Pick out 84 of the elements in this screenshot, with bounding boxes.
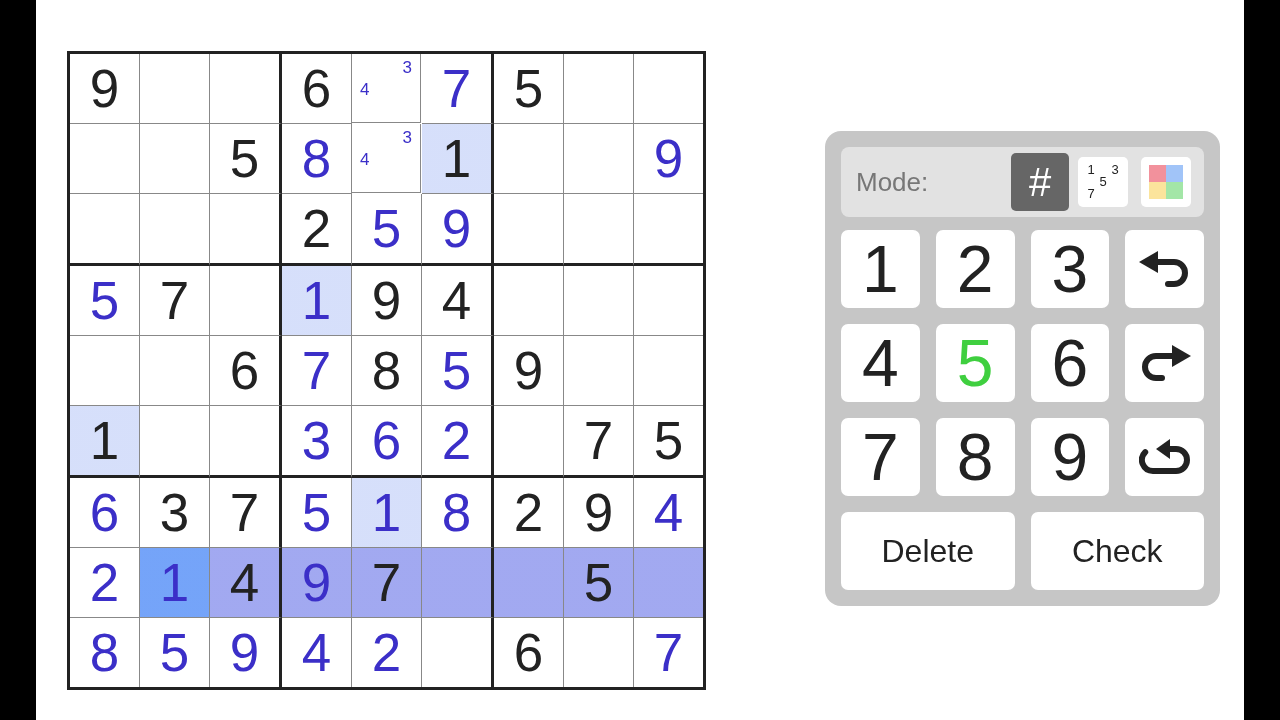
sudoku-cell[interactable]: 6: [282, 54, 352, 124]
sudoku-cell[interactable]: 2: [494, 478, 564, 548]
sudoku-cell[interactable]: 4: [422, 266, 494, 336]
sudoku-cell[interactable]: [564, 266, 634, 336]
sudoku-cell[interactable]: [494, 548, 564, 618]
digit-mode-button[interactable]: #: [1011, 153, 1069, 211]
sudoku-cell[interactable]: 7: [282, 336, 352, 406]
number-key[interactable]: 4: [841, 324, 920, 402]
sudoku-cell[interactable]: [494, 406, 564, 478]
check-button[interactable]: Check: [1030, 512, 1204, 590]
sudoku-cell[interactable]: 1: [70, 406, 140, 478]
sudoku-cell[interactable]: 2: [70, 548, 140, 618]
sudoku-cell[interactable]: [140, 406, 210, 478]
sudoku-cell[interactable]: [494, 124, 564, 194]
sudoku-cell[interactable]: [564, 336, 634, 406]
sudoku-cell[interactable]: 9: [70, 54, 140, 124]
sudoku-cell[interactable]: [140, 194, 210, 266]
sudoku-cell[interactable]: [70, 194, 140, 266]
sudoku-cell[interactable]: [140, 54, 210, 124]
sudoku-cell[interactable]: 9: [282, 548, 352, 618]
sudoku-cell[interactable]: 3 4: [352, 54, 421, 123]
sudoku-cell[interactable]: 8: [352, 336, 422, 406]
sudoku-cell[interactable]: [210, 54, 282, 124]
sudoku-cell[interactable]: [210, 266, 282, 336]
color-mode-button[interactable]: [1141, 157, 1191, 207]
sudoku-cell[interactable]: [494, 194, 564, 266]
undo-arrow-icon: [1138, 251, 1191, 287]
sudoku-cell[interactable]: 3: [282, 406, 352, 478]
sudoku-cell[interactable]: 5: [282, 478, 352, 548]
sudoku-cell[interactable]: 5: [210, 124, 282, 194]
restart-button[interactable]: [1125, 418, 1204, 496]
redo-button[interactable]: [1125, 324, 1204, 402]
number-key[interactable]: 7: [841, 418, 920, 496]
sudoku-cell[interactable]: 8: [282, 124, 352, 194]
sudoku-cell[interactable]: 9: [352, 266, 422, 336]
delete-button[interactable]: Delete: [841, 512, 1015, 590]
sudoku-cell[interactable]: [140, 336, 210, 406]
sudoku-cell[interactable]: 7: [352, 548, 422, 618]
sudoku-cell[interactable]: 4: [210, 548, 282, 618]
number-key[interactable]: 1: [841, 230, 920, 308]
sudoku-cell[interactable]: [564, 124, 634, 194]
sudoku-cell[interactable]: 3 4: [352, 124, 421, 193]
number-key[interactable]: 3: [1030, 230, 1110, 308]
sudoku-cell[interactable]: [140, 124, 210, 194]
sudoku-cell[interactable]: [210, 406, 282, 478]
undo-button[interactable]: [1125, 230, 1204, 308]
sudoku-cell[interactable]: 7: [422, 54, 494, 124]
sudoku-cell[interactable]: 6: [210, 336, 282, 406]
sudoku-cell[interactable]: 9: [494, 336, 564, 406]
sudoku-cell[interactable]: 3: [140, 478, 210, 548]
sudoku-cell[interactable]: 5: [352, 194, 422, 266]
sudoku-cell[interactable]: [564, 194, 634, 266]
sudoku-cell[interactable]: 7: [564, 406, 634, 478]
sudoku-cell[interactable]: [70, 124, 140, 194]
sudoku-cell[interactable]: 5: [494, 54, 564, 124]
loop-arrow-icon: [1138, 439, 1191, 475]
number-key[interactable]: 9: [1030, 418, 1110, 496]
sudoku-cell[interactable]: 9: [422, 194, 494, 266]
sudoku-cell[interactable]: 7: [140, 266, 210, 336]
sudoku-cell[interactable]: [210, 194, 282, 266]
sudoku-cell[interactable]: 8: [422, 478, 494, 548]
sudoku-cell[interactable]: [634, 548, 703, 618]
number-key[interactable]: 6: [1030, 324, 1110, 402]
sudoku-cell[interactable]: 5: [70, 266, 140, 336]
number-key[interactable]: 2: [935, 230, 1015, 308]
number-key[interactable]: 8: [935, 418, 1015, 496]
notes-mode-button[interactable]: 1 3 5 7: [1078, 157, 1128, 207]
sudoku-cell[interactable]: 7: [210, 478, 282, 548]
sudoku-cell[interactable]: 9: [564, 478, 634, 548]
color-grid-icon: [1149, 165, 1183, 199]
sudoku-cell[interactable]: 6: [352, 406, 422, 478]
sudoku-cell[interactable]: 1: [422, 124, 494, 194]
mode-label: Mode:: [856, 166, 929, 198]
sudoku-cell[interactable]: 2: [422, 406, 494, 478]
sudoku-cell[interactable]: [494, 266, 564, 336]
sudoku-cell[interactable]: 1: [352, 478, 422, 548]
sudoku-cell[interactable]: 5: [564, 548, 634, 618]
sudoku-cell[interactable]: 1: [282, 266, 352, 336]
sudoku-cell[interactable]: [422, 548, 494, 618]
sudoku-cell[interactable]: [70, 336, 140, 406]
sudoku-cell[interactable]: 5: [422, 336, 494, 406]
sudoku-cell[interactable]: 6: [70, 478, 140, 548]
sudoku-cell[interactable]: 2: [282, 194, 352, 266]
sudoku-cell[interactable]: [564, 54, 634, 124]
